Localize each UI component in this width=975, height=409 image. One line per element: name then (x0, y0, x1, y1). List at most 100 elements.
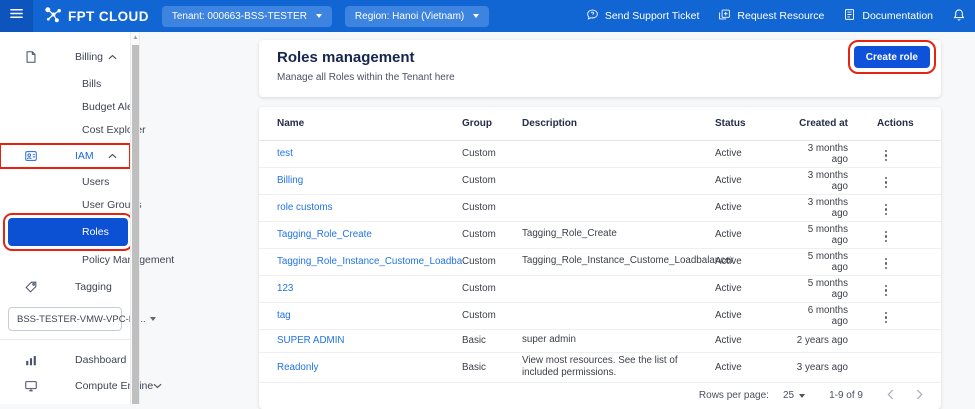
roles-table: Name Group Description Status Created at Acti… (259, 107, 941, 383)
role-created-cell: 5 months ago (795, 221, 877, 249)
sidebar: Billing Bills Budget Alert Cost Explorer IAM… (0, 32, 174, 404)
send-support-ticket-link[interactable]: Send Support Ticket (586, 8, 699, 24)
sidebar-item-compute-engine[interactable]: Compute Engine (0, 374, 162, 398)
role-created-cell: 3 years ago (795, 352, 877, 383)
role-group-cell: Custom (462, 302, 522, 330)
role-actions-cell (877, 140, 941, 168)
scrollbar-up-arrow-icon[interactable]: ▲ (132, 35, 139, 42)
sidebar-item-dashboard[interactable]: Dashboard (0, 348, 130, 372)
tenant-selector[interactable]: Tenant: 000663-BSS-TESTER (161, 5, 332, 27)
sidebar-item-label: IAM (75, 150, 94, 162)
documentation-link[interactable]: Documentation (843, 8, 933, 24)
row-actions-kebab-icon[interactable] (879, 202, 893, 217)
role-group-cell: Custom (462, 248, 522, 276)
region-label: Region: Hanoi (Vietnam) (354, 10, 465, 22)
role-actions-cell (877, 302, 941, 330)
caret-down-icon (315, 14, 322, 18)
table-row: 123 Custom Active 5 months ago (259, 275, 941, 303)
sidebar-item-policy-management[interactable]: Policy Management (0, 248, 174, 271)
role-name-link[interactable]: role customs (277, 202, 333, 213)
fpt-cloud-logo-icon (44, 5, 63, 27)
hamburger-menu-button[interactable] (0, 0, 33, 32)
role-actions-cell (877, 221, 941, 249)
role-group-cell: Basic (462, 352, 522, 383)
role-group-cell: Custom (462, 140, 522, 168)
table-row: test Custom Active 3 months ago (259, 140, 941, 168)
role-actions-cell (877, 248, 941, 276)
hamburger-icon (9, 6, 24, 26)
rows-per-page-select[interactable]: 25 (782, 390, 806, 402)
tagging-icon (24, 280, 38, 294)
region-selector[interactable]: Region: Hanoi (Vietnam) (344, 5, 490, 27)
role-name-link[interactable]: tag (277, 310, 291, 321)
sidebar-item-billing[interactable]: Billing (0, 45, 130, 69)
role-status-cell: Active (715, 329, 795, 353)
role-name-link[interactable]: Tagging_Role_Instance_Custome_Loadbalanc… (277, 256, 462, 267)
sidebar-scrollbar[interactable]: ▲ (130, 32, 140, 404)
role-name-link[interactable]: Tagging_Role_Create (277, 229, 372, 240)
sidebar-item-budget-alert[interactable]: Budget Alert (0, 95, 139, 118)
request-resource-label: Request Resource (737, 10, 825, 22)
row-actions-kebab-icon[interactable] (879, 283, 893, 298)
row-actions-kebab-icon[interactable] (879, 148, 893, 163)
row-actions-kebab-icon[interactable] (879, 229, 893, 244)
sidebar-item-bills[interactable]: Bills (0, 72, 130, 95)
create-role-button[interactable]: Create role (847, 40, 937, 74)
role-created-cell: 6 months ago (795, 302, 877, 330)
bell-icon (952, 8, 966, 25)
role-name-link[interactable]: Billing (277, 175, 303, 186)
sidebar-item-iam[interactable]: IAM (0, 143, 131, 169)
compute-engine-icon (24, 379, 38, 393)
chevron-up-icon (108, 153, 117, 159)
request-resource-link[interactable]: Request Resource (718, 8, 824, 24)
sidebar-vpc-select[interactable]: BSS-TESTER-VMW-VPC-BI... (8, 307, 156, 331)
table-row: tag Custom Active 6 months ago (259, 302, 941, 330)
role-actions-cell (877, 329, 941, 353)
billing-icon (24, 50, 38, 64)
column-header-group: Group (462, 107, 522, 141)
role-description: View most resources. See the list of inc… (522, 354, 678, 379)
fpt-cloud-logo: FPT CLOUD (44, 5, 149, 27)
role-actions-cell (877, 352, 941, 383)
row-actions-kebab-icon[interactable] (879, 310, 893, 325)
documentation-icon (843, 8, 856, 24)
role-status-cell: Active (715, 221, 795, 249)
role-name-link[interactable]: Readonly (277, 362, 318, 373)
caret-down-icon (473, 14, 480, 18)
role-created-cell: 5 months ago (795, 275, 877, 303)
sidebar-item-cost-explorer[interactable]: Cost Explorer (0, 118, 146, 141)
sidebar-item-roles[interactable]: Roles (3, 213, 133, 251)
topbar: FPT CLOUD Tenant: 000663-BSS-TESTER Regi… (0, 0, 975, 32)
role-name-link[interactable]: SUPER ADMIN (277, 335, 345, 346)
sidebar-item-label: Dashboard (75, 354, 127, 366)
page-title: Roles management (277, 49, 415, 66)
caret-down-icon (149, 317, 156, 321)
role-name-link[interactable]: 123 (277, 283, 293, 294)
sidebar-item-tagging[interactable]: Tagging (0, 275, 130, 299)
sidebar-scrollbar-thumb[interactable] (132, 45, 139, 404)
support-ticket-icon (586, 8, 599, 24)
sidebar-item-label: Compute Engine (75, 380, 154, 392)
iam-icon (24, 149, 38, 163)
row-actions-kebab-icon[interactable] (879, 175, 893, 190)
table-row: SUPER ADMIN Basic super admin Active 2 years… (259, 329, 941, 353)
role-name-link[interactable]: test (277, 148, 293, 159)
notifications-bell-button[interactable] (952, 8, 966, 25)
topbar-actions: Send Support Ticket Request Resource Doc… (586, 8, 975, 25)
tenant-label: Tenant: 000663-BSS-TESTER (171, 10, 307, 22)
role-group-cell: Custom (462, 167, 522, 195)
role-created-cell: 2 years ago (795, 329, 877, 353)
role-actions-cell (877, 275, 941, 303)
sidebar-item-user-groups[interactable]: User Groups (0, 193, 142, 216)
next-page-button[interactable] (916, 389, 923, 403)
main-layout: Billing Bills Budget Alert Cost Explorer IAM… (0, 32, 975, 409)
rows-per-page-label: Rows per page: (698, 390, 769, 402)
previous-page-button[interactable] (887, 389, 894, 403)
row-actions-kebab-icon[interactable] (879, 256, 893, 271)
role-created-cell: 5 months ago (795, 248, 877, 276)
column-header-created-at: Created at (795, 107, 877, 141)
rows-per-page-value: 25 (782, 390, 795, 402)
pagination-range: 1-9 of 9 (829, 390, 863, 402)
table-row: Tagging_Role_Instance_Custome_Loadbalanc… (259, 248, 941, 276)
sidebar-item-users[interactable]: Users (0, 170, 130, 193)
